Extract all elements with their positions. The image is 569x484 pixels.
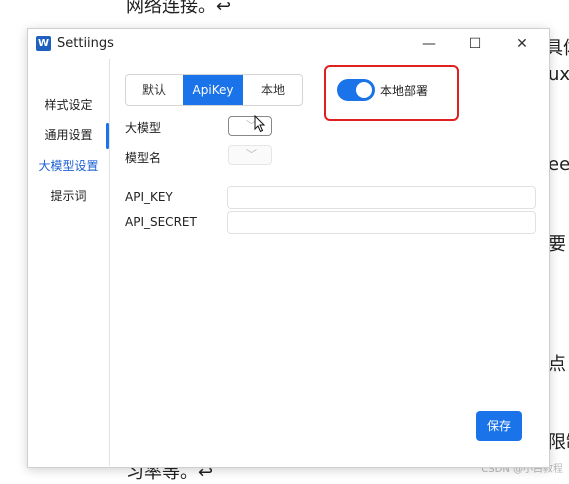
background-text-top: 网络连接。↩ (126, 0, 232, 17)
model-name-label: 模型名 (125, 151, 162, 165)
sidebar-item-style[interactable]: 样式设定 (28, 93, 109, 117)
api-key-label: API_KEY (125, 190, 173, 204)
chevron-down-icon: ﹀ (246, 148, 257, 161)
local-deploy-label: 本地部署 (380, 84, 429, 98)
model-label: 大模型 (125, 121, 162, 135)
api-secret-label: API_SECRET (125, 215, 197, 229)
sidebar-item-llm[interactable]: 大模型设置 (28, 154, 109, 178)
local-deploy-toggle[interactable] (337, 79, 375, 101)
background-fragment-4: 要 (548, 234, 566, 255)
tab-local[interactable]: 本地 (244, 75, 302, 105)
tab-apikey[interactable]: ApiKey (183, 75, 243, 105)
sidebar-item-general[interactable]: 通用设置 (28, 123, 109, 147)
api-secret-input[interactable] (227, 211, 536, 234)
model-name-select[interactable]: ﹀ (228, 145, 272, 165)
word-app-icon: W (36, 36, 51, 51)
background-fragment-6: 限制 (548, 432, 569, 453)
save-button[interactable]: 保存 (476, 411, 522, 441)
title-bar[interactable]: W Settiings — ☐ ✕ (28, 29, 549, 59)
sidebar-item-prompt[interactable]: 提示词 (28, 184, 109, 208)
tab-default[interactable]: 默认 (126, 75, 182, 105)
api-key-input[interactable] (227, 186, 536, 209)
close-button[interactable]: ✕ (507, 33, 537, 55)
background-fragment-3: eep (548, 154, 569, 175)
window-title: Settiings (57, 36, 114, 51)
sidebar-active-indicator (106, 123, 109, 149)
minimize-button[interactable]: — (414, 33, 444, 55)
mouse-cursor-icon (254, 115, 266, 133)
toggle-knob (356, 82, 372, 98)
maximize-button[interactable]: ☐ (460, 33, 490, 55)
settings-window: W Settiings — ☐ ✕ 样式设定 通用设置 大模型设置 提示词 默认… (27, 28, 550, 468)
background-fragment-5: 点 (548, 354, 566, 375)
sidebar: 样式设定 通用设置 大模型设置 提示词 (28, 59, 110, 466)
mode-tabs: 默认 ApiKey 本地 (125, 74, 303, 106)
background-fragment-2: ux (548, 64, 569, 85)
